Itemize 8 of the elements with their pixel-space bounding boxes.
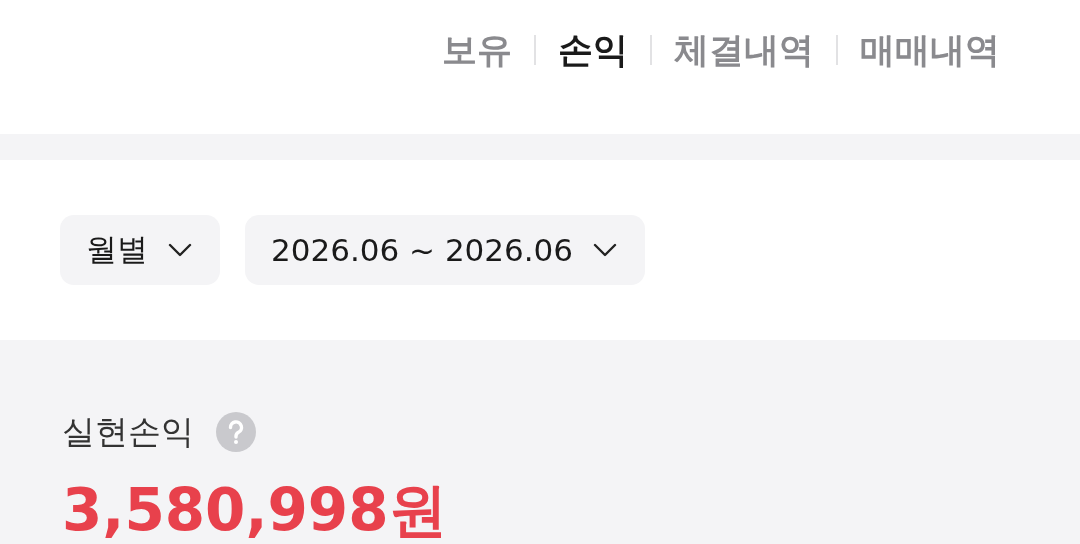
help-icon[interactable] — [216, 412, 256, 452]
realized-profit-amount: 3,580,998원 — [62, 475, 448, 544]
chevron-down-icon — [593, 243, 618, 257]
chevron-down-icon — [168, 243, 192, 257]
realized-profit-label: 실현손익 — [62, 412, 194, 452]
dropdown-button[interactable]: 2026.06 ~ 2026.06 — [245, 215, 646, 285]
dropdown-button[interactable]: 월별 — [60, 215, 220, 285]
tab[interactable]: 손익 — [558, 28, 628, 72]
